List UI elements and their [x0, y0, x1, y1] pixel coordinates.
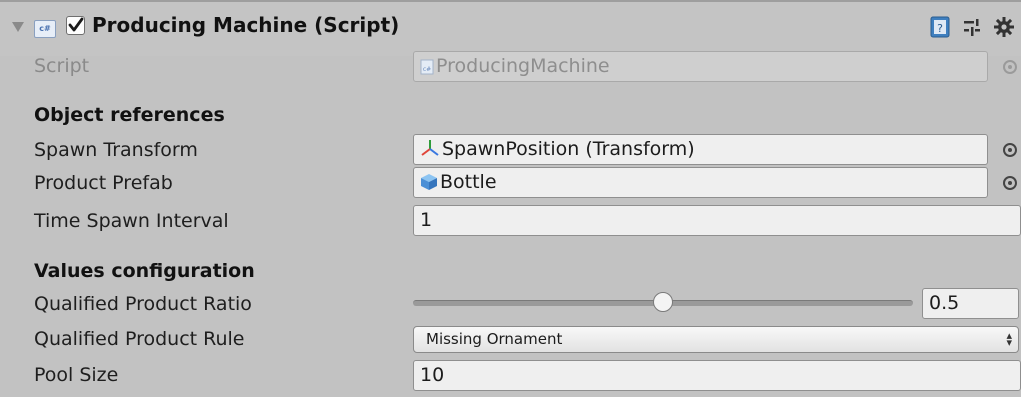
help-book-icon[interactable]: ?	[930, 16, 950, 38]
qualified-product-ratio-label: Qualified Product Ratio	[34, 293, 252, 315]
spawn-transform-field[interactable]: SpawnPosition (Transform)	[413, 134, 988, 165]
product-prefab-label: Product Prefab	[34, 172, 173, 194]
component-header: c# Producing Machine (Script) ?	[0, 0, 1021, 56]
transform-icon	[421, 140, 439, 156]
cs-script-icon: c#	[420, 59, 434, 75]
qualified-product-ratio-slider-thumb[interactable]	[653, 292, 673, 312]
svg-text:?: ?	[937, 22, 943, 35]
script-label: Script	[34, 55, 90, 77]
prefab-cube-icon	[421, 174, 437, 190]
foldout-arrow-icon[interactable]	[12, 22, 24, 32]
object-references-header: Object references	[34, 104, 225, 126]
qualified-product-rule-value: Missing Ornament	[426, 330, 563, 348]
product-prefab-field[interactable]: Bottle	[413, 167, 988, 198]
product-prefab-object-picker-icon[interactable]	[1003, 176, 1017, 190]
time-spawn-interval-field[interactable]: 1	[413, 205, 1021, 236]
dropdown-arrows-icon: ▴ ▾	[1006, 329, 1012, 349]
product-prefab-value: Bottle	[440, 171, 497, 193]
values-configuration-header: Values configuration	[34, 260, 255, 282]
spawn-transform-object-picker-icon[interactable]	[1003, 143, 1017, 157]
cs-script-icon: c#	[34, 20, 56, 38]
qualified-product-rule-dropdown[interactable]: Missing Ornament ▴ ▾	[413, 326, 1019, 353]
pool-size-field[interactable]: 10	[413, 360, 1021, 391]
component-title: Producing Machine (Script)	[92, 13, 400, 37]
spawn-transform-value: SpawnPosition (Transform)	[442, 138, 695, 160]
checkmark-icon	[68, 17, 84, 32]
pool-size-label: Pool Size	[34, 364, 119, 386]
qualified-product-ratio-field[interactable]: 0.5	[922, 288, 1019, 319]
gear-icon[interactable]	[993, 16, 1015, 38]
qualified-product-rule-label: Qualified Product Rule	[34, 328, 245, 350]
svg-text:c#: c#	[423, 66, 431, 73]
script-object-picker-icon[interactable]	[1003, 60, 1017, 74]
component-enabled-checkbox[interactable]	[66, 16, 85, 35]
presets-sliders-icon[interactable]	[962, 16, 982, 38]
spawn-transform-label: Spawn Transform	[34, 139, 198, 161]
script-field[interactable]: c# ProducingMachine	[413, 51, 988, 82]
time-spawn-interval-label: Time Spawn Interval	[34, 210, 229, 232]
script-field-value: ProducingMachine	[436, 55, 610, 77]
